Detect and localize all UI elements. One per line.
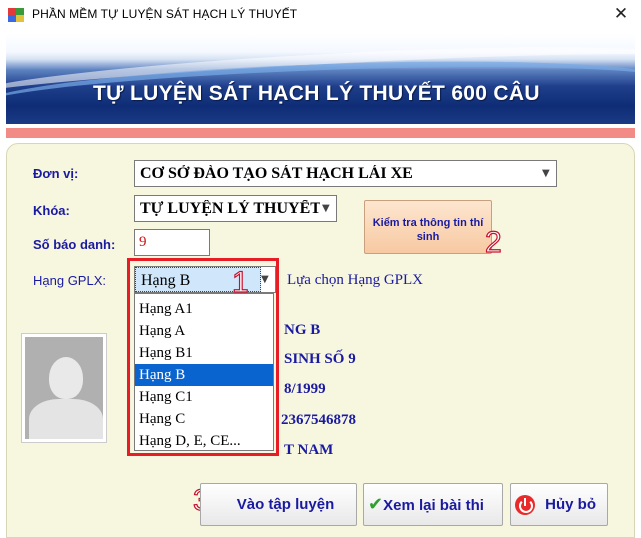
info-line-2: SINH SỐ 9 xyxy=(284,351,356,367)
don-vi-label: Đơn vị: xyxy=(33,166,79,181)
chevron-down-icon: ▼ xyxy=(322,203,330,214)
review-exam-label: Xem lại bài thi xyxy=(383,497,484,514)
highlight-box xyxy=(127,258,279,456)
check-icon: ✔ xyxy=(368,494,384,515)
so-bao-danh-input[interactable]: 9 xyxy=(134,229,210,256)
banner-title: TỰ LUYỆN SÁT HẠCH LÝ THUYẾT 600 CÂU xyxy=(93,82,540,105)
power-icon xyxy=(515,495,535,516)
window-title: PHẦN MỀM TỰ LUYỆN SÁT HẠCH LÝ THUYẾT xyxy=(32,7,298,21)
info-line-3: 8/1999 xyxy=(284,381,326,397)
annotation-number-2: 2 xyxy=(484,225,502,259)
student-photo xyxy=(22,334,106,442)
app-icon xyxy=(8,8,24,22)
so-bao-danh-label: Số báo danh: xyxy=(33,237,116,252)
chevron-down-icon: ▼ xyxy=(542,168,550,179)
divider-bar xyxy=(6,128,635,138)
hang-hint: Lựa chọn Hạng GPLX xyxy=(287,272,424,288)
cancel-label: Hủy bỏ xyxy=(545,496,597,513)
header-banner: TỰ LUYỆN SÁT HẠCH LÝ THUYẾT 600 CÂU xyxy=(6,34,635,124)
annotation-number-1: 1 xyxy=(231,265,249,299)
info-line-1: NG B xyxy=(284,322,321,338)
start-practice-label: Vào tập luyện xyxy=(236,496,335,513)
check-info-button[interactable]: Kiểm tra thông tin thí sinh xyxy=(364,200,492,254)
don-vi-select[interactable]: CƠ SỞ ĐÀO TẠO SÁT HẠCH LÁI XE ▼ xyxy=(134,160,557,187)
start-practice-button[interactable]: Vào tập luyện xyxy=(200,483,357,526)
close-icon[interactable]: ✕ xyxy=(611,4,631,24)
title-bar: PHẦN MỀM TỰ LUYỆN SÁT HẠCH LÝ THUYẾT ✕ xyxy=(0,0,641,30)
don-vi-value: CƠ SỞ ĐÀO TẠO SÁT HẠCH LÁI XE xyxy=(140,165,413,182)
hang-label: Hạng GPLX: xyxy=(33,273,106,288)
khoa-value: TỰ LUYỆN LÝ THUYẾT xyxy=(140,200,320,217)
khoa-label: Khóa: xyxy=(33,203,70,218)
khoa-select[interactable]: TỰ LUYỆN LÝ THUYẾT ▼ xyxy=(134,195,337,222)
cancel-button[interactable]: Hủy bỏ xyxy=(510,483,608,526)
review-exam-button[interactable]: ✔Xem lại bài thi xyxy=(363,483,503,526)
info-line-5: T NAM xyxy=(284,442,334,458)
info-line-4: 2367546878 xyxy=(281,412,356,428)
